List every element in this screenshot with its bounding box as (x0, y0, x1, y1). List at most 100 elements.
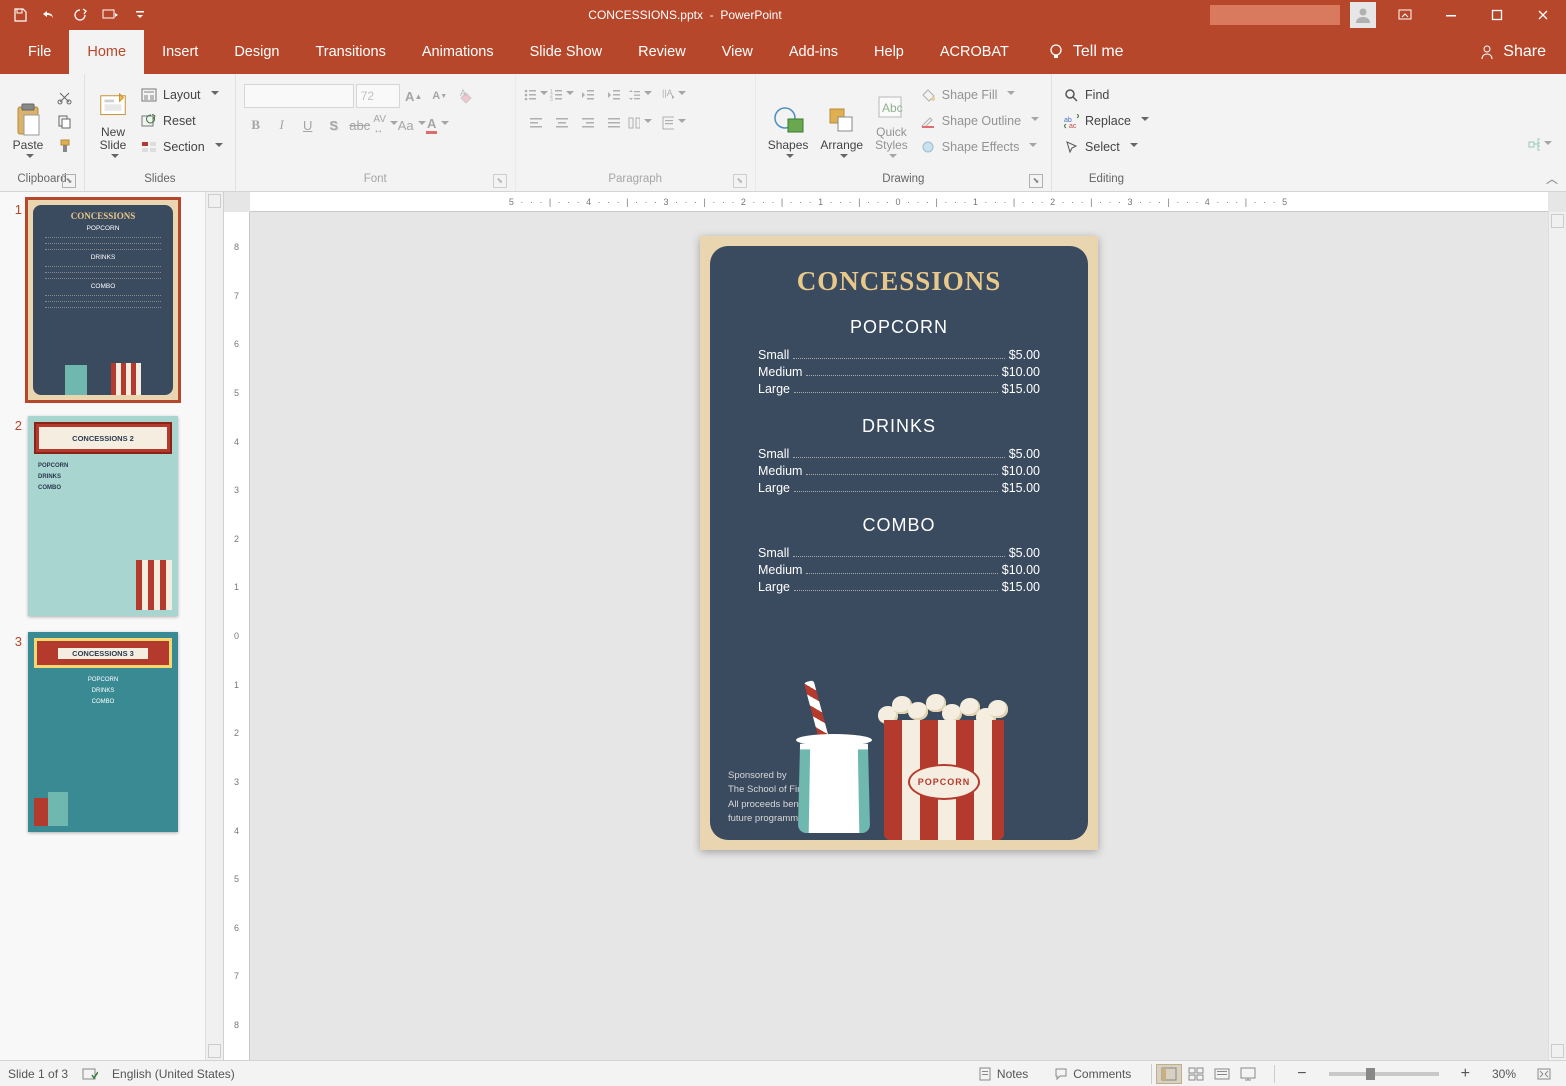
maximize-button[interactable] (1474, 0, 1520, 30)
tab-insert[interactable]: Insert (144, 30, 216, 74)
bold-button[interactable]: B (244, 114, 268, 136)
section-button[interactable]: Section (137, 135, 227, 159)
thumbnail-slide-1[interactable]: CONCESSIONS POPCORN DRINKS COMBO (28, 200, 178, 400)
char-spacing-button[interactable]: AV↔ (374, 114, 398, 136)
vertical-ruler[interactable]: 87654321012345678 (224, 212, 250, 1060)
language-indicator[interactable]: English (United States) (112, 1067, 235, 1081)
close-button[interactable] (1520, 0, 1566, 30)
notes-button[interactable]: Notes (972, 1061, 1034, 1086)
increase-indent-button[interactable] (602, 84, 626, 106)
share-button[interactable]: Share (1479, 30, 1566, 74)
underline-button[interactable]: U (296, 114, 320, 136)
thumbnail-slide-3[interactable]: CONCESSIONS 3 POPCORN DRINKS COMBO (28, 632, 178, 832)
tab-home[interactable]: Home (69, 30, 144, 74)
clear-formatting-button[interactable]: A (454, 85, 478, 107)
justify-button[interactable] (602, 112, 626, 134)
thumbnail-entry[interactable]: 1 CONCESSIONS POPCORN DRINKS COMBO (8, 200, 201, 400)
customize-qat-button[interactable] (126, 2, 154, 28)
thumbnail-scrollbar[interactable] (205, 192, 223, 1060)
zoom-in-button[interactable]: + (1453, 1061, 1478, 1086)
quick-styles-button[interactable]: Abc Quick Styles (871, 78, 912, 164)
tab-help[interactable]: Help (856, 30, 922, 74)
slide-canvas[interactable]: CONCESSIONS POPCORNSmall$5.00Medium$10.0… (250, 212, 1548, 1060)
account-avatar[interactable] (1350, 2, 1376, 28)
tab-animations[interactable]: Animations (404, 30, 512, 74)
replace-button[interactable]: abacReplace (1060, 109, 1153, 133)
tab-slideshow[interactable]: Slide Show (512, 30, 621, 74)
shapes-button[interactable]: Shapes (764, 78, 813, 164)
reset-button[interactable]: Reset (137, 109, 227, 133)
tab-addins[interactable]: Add-ins (771, 30, 856, 74)
align-left-button[interactable] (524, 112, 548, 134)
text-direction-button[interactable]: ||A (662, 84, 686, 106)
find-button[interactable]: Find (1060, 83, 1153, 107)
copy-button[interactable] (52, 110, 76, 132)
arrange-button[interactable]: Arrange (816, 78, 867, 164)
paragraph-dialog-launcher[interactable]: ⬊ (733, 174, 747, 188)
zoom-level[interactable]: 30% (1492, 1067, 1516, 1081)
font-size-selector[interactable]: 72 (356, 84, 400, 108)
paste-button[interactable]: Paste (8, 78, 48, 164)
normal-view-button[interactable] (1156, 1064, 1182, 1084)
slide-indicator[interactable]: Slide 1 of 3 (8, 1067, 68, 1081)
tab-acrobat[interactable]: ACROBAT (922, 30, 1027, 74)
reading-view-button[interactable] (1208, 1064, 1234, 1084)
font-dialog-launcher[interactable]: ⬊ (493, 174, 507, 188)
font-color-button[interactable]: A (426, 114, 450, 136)
cut-button[interactable] (52, 86, 76, 108)
new-slide-button[interactable]: New Slide (93, 78, 133, 164)
strikethrough-button[interactable]: abc (348, 114, 372, 136)
slide[interactable]: CONCESSIONS POPCORNSmall$5.00Medium$10.0… (700, 236, 1098, 850)
zoom-slider[interactable] (1329, 1072, 1439, 1076)
line-spacing-button[interactable] (628, 84, 652, 106)
undo-button[interactable] (36, 2, 64, 28)
tab-design[interactable]: Design (216, 30, 297, 74)
start-from-beginning-button[interactable] (96, 2, 124, 28)
drawing-dialog-launcher[interactable]: ⬊ (1029, 174, 1043, 188)
decrease-font-button[interactable]: A▼ (428, 85, 452, 107)
shape-outline-button[interactable]: Shape Outline (916, 109, 1043, 133)
tab-file[interactable]: File (10, 30, 69, 74)
slide-sorter-button[interactable] (1182, 1064, 1208, 1084)
increase-font-button[interactable]: A▲ (402, 85, 426, 107)
thumbnail-slide-2[interactable]: CONCESSIONS 2 POPCORN DRINKS COMBO (28, 416, 178, 616)
columns-button[interactable] (628, 112, 652, 134)
bullets-button[interactable] (524, 84, 548, 106)
zoom-out-button[interactable]: − (1289, 1061, 1314, 1086)
horizontal-ruler[interactable]: 5 · · · | · · · 4 · · · | · · · 3 · · · … (250, 192, 1548, 212)
redo-button[interactable] (66, 2, 94, 28)
smartart-button[interactable] (1528, 134, 1552, 156)
slide-thumbnails[interactable]: 1 CONCESSIONS POPCORN DRINKS COMBO 2 C (0, 192, 205, 1060)
numbering-button[interactable]: 123 (550, 84, 574, 106)
slideshow-view-button[interactable] (1234, 1064, 1260, 1084)
format-painter-button[interactable] (52, 134, 76, 156)
align-right-button[interactable] (576, 112, 600, 134)
thumbnail-entry[interactable]: 3 CONCESSIONS 3 POPCORN DRINKS COMBO (8, 632, 201, 832)
font-family-selector[interactable] (244, 84, 354, 108)
fit-to-window-button[interactable] (1530, 1061, 1558, 1086)
align-text-button[interactable] (662, 112, 686, 134)
shape-effects-button[interactable]: Shape Effects (916, 135, 1043, 159)
spellcheck-icon[interactable] (82, 1067, 98, 1081)
save-button[interactable] (6, 2, 34, 28)
collapse-ribbon-button[interactable]: ︿ (1546, 170, 1558, 187)
change-case-button[interactable]: Aa (400, 114, 424, 136)
tab-view[interactable]: View (704, 30, 771, 74)
tab-transitions[interactable]: Transitions (297, 30, 403, 74)
shape-fill-button[interactable]: Shape Fill (916, 83, 1043, 107)
tab-review[interactable]: Review (620, 30, 704, 74)
account-name-box[interactable] (1210, 5, 1340, 25)
vertical-scrollbar[interactable] (1548, 212, 1566, 1060)
align-center-button[interactable] (550, 112, 574, 134)
decrease-indent-button[interactable] (576, 84, 600, 106)
clipboard-dialog-launcher[interactable]: ⬊ (62, 174, 76, 188)
layout-button[interactable]: Layout (137, 83, 227, 107)
shadow-button[interactable]: S (322, 114, 346, 136)
tell-me-search[interactable]: Tell me (1047, 30, 1124, 74)
select-button[interactable]: Select (1060, 135, 1153, 159)
comments-button[interactable]: Comments (1048, 1061, 1137, 1086)
ribbon-display-button[interactable] (1382, 0, 1428, 30)
italic-button[interactable]: I (270, 114, 294, 136)
thumbnail-entry[interactable]: 2 CONCESSIONS 2 POPCORN DRINKS COMBO (8, 416, 201, 616)
minimize-button[interactable] (1428, 0, 1474, 30)
